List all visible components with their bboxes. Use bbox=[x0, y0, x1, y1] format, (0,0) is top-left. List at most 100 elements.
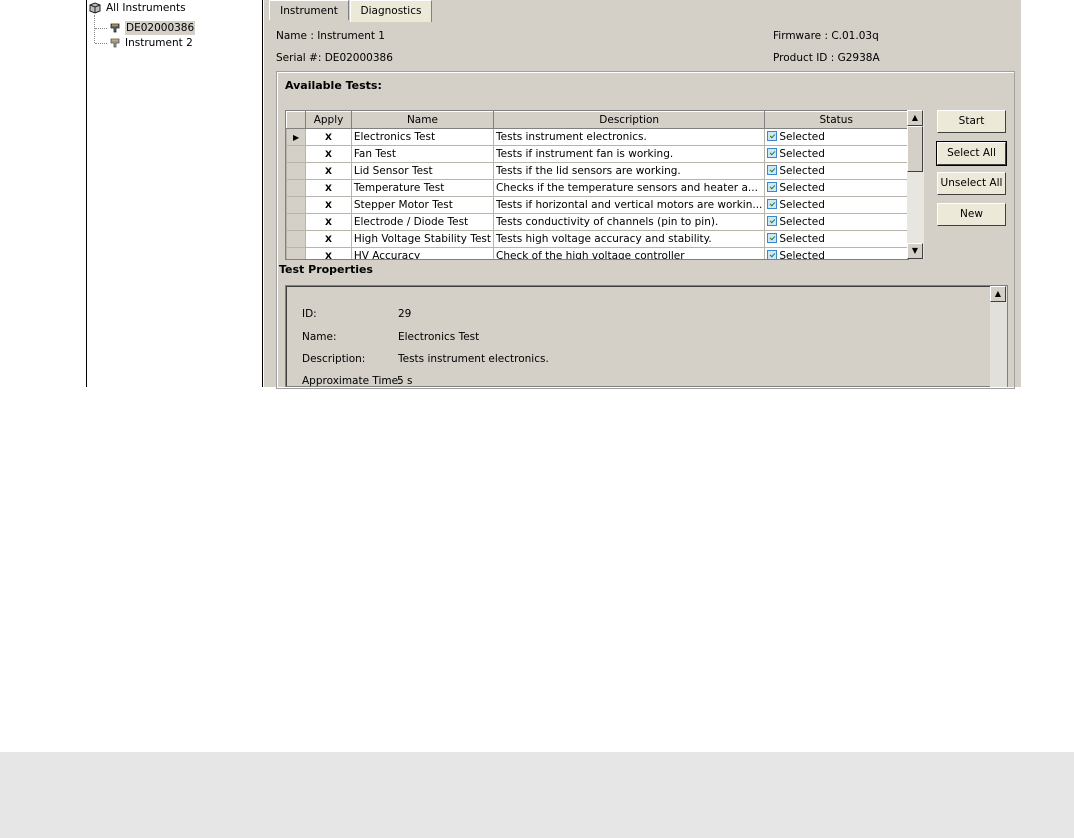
test-description-cell[interactable]: Tests if the lid sensors are working. bbox=[493, 162, 766, 180]
scroll-down-icon[interactable]: ▼ bbox=[907, 243, 923, 259]
checkbox-checked-icon[interactable]: X bbox=[324, 134, 333, 143]
test-name-cell[interactable]: HV Accuracy bbox=[350, 247, 495, 259]
row-header[interactable] bbox=[286, 230, 307, 248]
test-description-cell[interactable]: Tests high voltage accuracy and stabilit… bbox=[493, 230, 766, 248]
table-row[interactable]: X Lid Sensor Test Tests if the lid sensors… bbox=[286, 162, 908, 180]
unselect-all-button[interactable]: Unselect All bbox=[937, 172, 1006, 195]
prop-description-value: Tests instrument electronics. bbox=[398, 353, 549, 365]
test-description-cell[interactable]: Tests conductivity of channels (pin to p… bbox=[493, 213, 766, 231]
test-name-cell[interactable]: Electrode / Diode Test bbox=[350, 213, 495, 231]
test-name-cell[interactable]: Temperature Test bbox=[350, 179, 495, 197]
test-properties-title: Test Properties bbox=[279, 263, 377, 276]
apply-checkbox[interactable]: X bbox=[305, 213, 352, 231]
row-header[interactable] bbox=[286, 145, 307, 163]
table-row[interactable]: X Stepper Motor Test Tests if horizontal a… bbox=[286, 196, 908, 214]
tree-item-instrument-2[interactable]: Instrument 2 bbox=[125, 36, 193, 50]
checkbox-checked-icon[interactable]: X bbox=[324, 185, 333, 194]
row-header[interactable] bbox=[286, 213, 307, 231]
prop-description-label: Description: bbox=[302, 353, 366, 365]
status-selected-icon bbox=[767, 148, 778, 158]
table-row[interactable]: X High Voltage Stability Test Tests high v… bbox=[286, 230, 908, 248]
scroll-up-icon[interactable]: ▲ bbox=[990, 286, 1006, 302]
checkbox-checked-icon[interactable]: X bbox=[324, 151, 333, 160]
status-selected-icon bbox=[767, 250, 778, 259]
column-header-apply[interactable]: Apply bbox=[305, 111, 352, 129]
test-status-cell[interactable]: Selected bbox=[764, 145, 908, 163]
test-description-cell[interactable]: Tests if horizontal and vertical motors … bbox=[493, 196, 766, 214]
tests-table: Apply Name Description Status ▶ X Electron… bbox=[286, 111, 908, 260]
checkbox-checked-icon[interactable]: X bbox=[324, 168, 333, 177]
start-button[interactable]: Start bbox=[937, 110, 1006, 133]
checkbox-checked-icon[interactable]: X bbox=[324, 202, 333, 211]
status-text: Selected bbox=[779, 148, 825, 160]
test-name-cell[interactable]: High Voltage Stability Test bbox=[350, 230, 495, 248]
apply-checkbox[interactable]: X bbox=[305, 196, 352, 214]
row-header[interactable] bbox=[286, 196, 307, 214]
apply-checkbox[interactable]: X bbox=[305, 179, 352, 197]
table-row[interactable]: X Electrode / Diode Test Tests conductivit… bbox=[286, 213, 908, 231]
prop-id-row: ID: 29 bbox=[302, 308, 411, 320]
apply-checkbox[interactable]: X bbox=[305, 230, 352, 248]
tests-scrollbar[interactable]: ▲ ▼ bbox=[907, 110, 924, 259]
tree-item-de02000386[interactable]: DE02000386 bbox=[125, 21, 196, 35]
status-selected-icon bbox=[767, 233, 778, 243]
scrollbar-thumb[interactable] bbox=[907, 126, 923, 172]
column-header-description[interactable]: Description bbox=[493, 111, 766, 129]
properties-scrollbar[interactable]: ▲ bbox=[990, 286, 1007, 387]
status-selected-icon bbox=[767, 165, 778, 175]
prop-id-value: 29 bbox=[398, 308, 412, 320]
tree-connector bbox=[94, 15, 95, 43]
test-name-cell[interactable]: Lid Sensor Test bbox=[350, 162, 495, 180]
test-status-cell[interactable]: Selected bbox=[764, 247, 908, 259]
test-description-cell[interactable]: Tests instrument electronics. bbox=[493, 128, 766, 146]
checkbox-checked-icon[interactable]: X bbox=[324, 236, 333, 245]
test-description-cell[interactable]: Check of the high voltage controller bbox=[493, 247, 766, 259]
test-name-cell[interactable]: Electronics Test bbox=[350, 128, 495, 146]
apply-checkbox[interactable]: X bbox=[305, 145, 352, 163]
apply-checkbox[interactable]: X bbox=[305, 247, 352, 260]
test-status-cell[interactable]: Selected bbox=[764, 213, 908, 231]
serial-number-label: Serial #: DE02000386 bbox=[276, 52, 393, 64]
column-header-status[interactable]: Status bbox=[764, 111, 908, 129]
table-row[interactable]: X Fan Test Tests if instrument fan is work… bbox=[286, 145, 908, 163]
prop-id-label: ID: bbox=[302, 308, 317, 320]
status-selected-icon bbox=[767, 182, 778, 192]
row-header[interactable] bbox=[286, 162, 307, 180]
test-properties-panel[interactable]: ID: 29 Name: Electronics Test Descriptio… bbox=[285, 285, 1008, 387]
row-header[interactable] bbox=[286, 247, 307, 259]
tree-root-all-instruments[interactable]: All Instruments bbox=[106, 1, 186, 15]
tab-instrument[interactable]: Instrument bbox=[269, 0, 349, 20]
table-row[interactable]: X HV Accuracy Check of the high voltage co… bbox=[286, 247, 908, 260]
checkbox-checked-icon[interactable]: X bbox=[324, 219, 333, 228]
table-row[interactable]: X Temperature Test Checks if the temperatu… bbox=[286, 179, 908, 197]
tests-header-row: Apply Name Description Status bbox=[286, 111, 908, 129]
status-text: Selected bbox=[779, 131, 825, 143]
checkbox-checked-icon[interactable]: X bbox=[324, 253, 333, 260]
bottom-bar bbox=[0, 752, 1074, 838]
test-status-cell[interactable]: Selected bbox=[764, 128, 908, 146]
test-name-cell[interactable]: Fan Test bbox=[350, 145, 495, 163]
apply-checkbox[interactable]: X bbox=[305, 128, 352, 146]
status-selected-icon bbox=[767, 216, 778, 226]
table-row[interactable]: ▶ X Electronics Test Tests instrument elect… bbox=[286, 128, 908, 146]
firmware-label: Firmware : C.01.03q bbox=[773, 30, 879, 42]
test-status-cell[interactable]: Selected bbox=[764, 230, 908, 248]
test-name-cell[interactable]: Stepper Motor Test bbox=[350, 196, 495, 214]
instrument-tree[interactable]: All Instruments DE02000386 Instrument 2 bbox=[86, 0, 263, 387]
scroll-up-icon[interactable]: ▲ bbox=[907, 110, 923, 126]
current-row-indicator-icon[interactable]: ▶ bbox=[286, 128, 307, 146]
test-status-cell[interactable]: Selected bbox=[764, 162, 908, 180]
column-header-name[interactable]: Name bbox=[350, 111, 495, 129]
tab-diagnostics[interactable]: Diagnostics bbox=[350, 0, 432, 22]
apply-checkbox[interactable]: X bbox=[305, 162, 352, 180]
tree-connector bbox=[95, 43, 107, 44]
test-description-cell[interactable]: Checks if the temperature sensors and he… bbox=[493, 179, 766, 197]
test-description-cell[interactable]: Tests if instrument fan is working. bbox=[493, 145, 766, 163]
select-all-button[interactable]: Select All bbox=[936, 141, 1007, 166]
row-header[interactable] bbox=[286, 179, 307, 197]
prop-time-row: Approximate Time: 5 s bbox=[302, 375, 413, 387]
test-status-cell[interactable]: Selected bbox=[764, 179, 908, 197]
test-status-cell[interactable]: Selected bbox=[764, 196, 908, 214]
tests-grid[interactable]: Apply Name Description Status ▶ X Electron… bbox=[285, 110, 909, 260]
new-button[interactable]: New bbox=[937, 203, 1006, 226]
